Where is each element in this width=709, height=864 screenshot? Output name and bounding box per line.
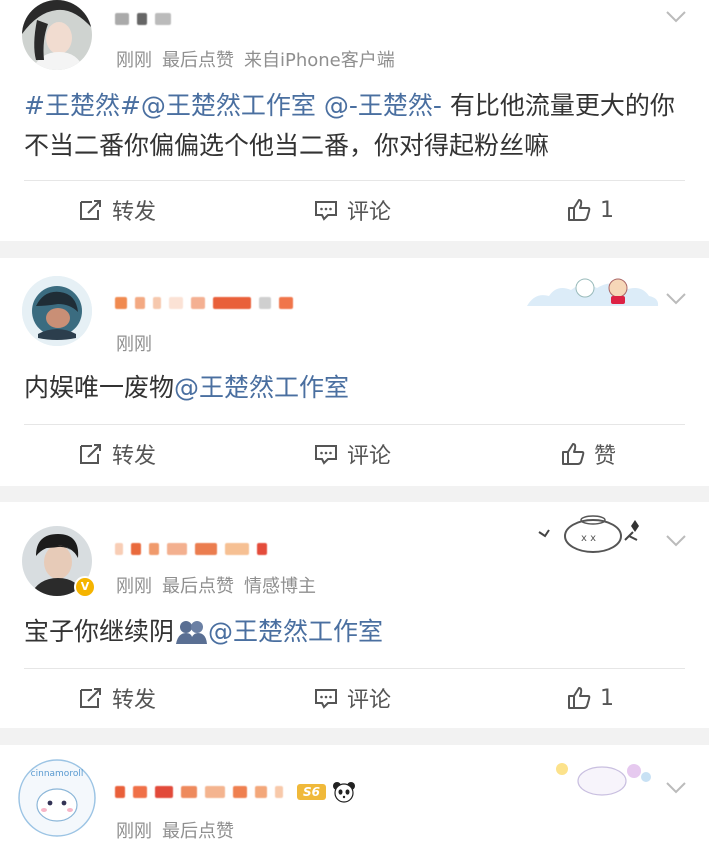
- post-1: 刚刚 最后点赞 来自iPhone客户端 #王楚然#@王楚然工作室 @-王楚然- 有比…: [0, 0, 709, 241]
- post-content: 宝子你继续阴 @王楚然工作室: [24, 617, 384, 646]
- comment-button[interactable]: 评论: [313, 190, 391, 230]
- post-meta: 刚刚 最后点赞 情感博主: [116, 576, 316, 597]
- repost-button[interactable]: 转发: [78, 190, 156, 230]
- verified-badge-icon: V: [74, 576, 96, 598]
- action-bar: 转发 评论 赞: [0, 434, 709, 474]
- post-content: 内娱唯一废物@王楚然工作室: [24, 373, 350, 402]
- mention-link[interactable]: @王楚然工作室: [174, 373, 349, 402]
- like-label: 赞: [594, 444, 617, 469]
- divider: [24, 424, 685, 425]
- comment-icon: [315, 689, 337, 709]
- post-2: 刚刚 内娱唯一废物@王楚然工作室 转发 评论 赞: [0, 258, 709, 486]
- panda-icon: [333, 782, 355, 803]
- post-4: cinnamoroll S6 刚刚 最后点赞: [0, 745, 709, 864]
- divider: [24, 180, 685, 181]
- mention-link[interactable]: @王楚然工作室: [208, 617, 383, 646]
- topic-link[interactable]: #王楚然#: [24, 91, 141, 120]
- like-button[interactable]: 1: [566, 678, 614, 718]
- like-count: 1: [600, 685, 614, 711]
- chevron-down-icon[interactable]: [665, 292, 687, 306]
- emoji-icon: [176, 621, 208, 644]
- action-bar: 转发 评论 1: [0, 190, 709, 230]
- thumbs-up-icon: [562, 443, 585, 465]
- repost-icon: [80, 688, 101, 708]
- like-count: 1: [600, 197, 614, 223]
- post-3: V x x 刚刚最后点赞情感博主 宝子你继续阴@王楚然工作室 转发 评论: [0, 502, 709, 728]
- avatar[interactable]: cinnamoroll: [18, 759, 96, 837]
- avatar[interactable]: [22, 276, 92, 346]
- thumbs-up-icon: [568, 199, 591, 221]
- chevron-down-icon[interactable]: [665, 10, 687, 24]
- avatar[interactable]: [22, 0, 92, 70]
- decoration-sticker: [556, 763, 651, 796]
- decoration-sticker: x x: [538, 515, 639, 553]
- repost-icon: [80, 200, 101, 220]
- post-meta: 刚刚: [116, 334, 152, 355]
- repost-button[interactable]: 转发: [78, 678, 156, 718]
- chevron-down-icon[interactable]: [665, 781, 687, 795]
- username-blurred[interactable]: [115, 292, 301, 314]
- like-button[interactable]: 1: [566, 190, 614, 230]
- mention-link[interactable]: @-王楚然-: [324, 91, 442, 120]
- level-badge: S6: [297, 784, 326, 800]
- comment-button[interactable]: 评论: [313, 678, 391, 718]
- post-meta: 刚刚 最后点赞 来自iPhone客户端: [116, 50, 395, 71]
- chevron-down-icon[interactable]: [665, 534, 687, 548]
- post-content: #王楚然#@王楚然工作室 @-王楚然- 有比他流量更大的你不当二番你偏偏选个他当…: [24, 91, 675, 160]
- decoration-sticker: [527, 278, 659, 306]
- comment-icon: [315, 445, 337, 465]
- comment-icon: [315, 201, 337, 221]
- comment-button[interactable]: 评论: [313, 434, 391, 474]
- svg-text:x x: x x: [581, 533, 596, 544]
- repost-icon: [80, 444, 101, 464]
- divider: [24, 668, 685, 669]
- username-blurred[interactable]: [115, 538, 275, 560]
- like-button[interactable]: 赞: [560, 434, 616, 474]
- avatar-logo-text: cinnamoroll: [31, 769, 84, 779]
- thumbs-up-icon: [568, 687, 591, 709]
- action-bar: 转发 评论 1: [0, 678, 709, 718]
- post-meta: 刚刚 最后点赞: [116, 821, 234, 842]
- username-blurred[interactable]: [115, 8, 179, 30]
- repost-button[interactable]: 转发: [78, 434, 156, 474]
- mention-link[interactable]: @王楚然工作室: [141, 91, 316, 120]
- username-blurred[interactable]: S6: [115, 781, 356, 803]
